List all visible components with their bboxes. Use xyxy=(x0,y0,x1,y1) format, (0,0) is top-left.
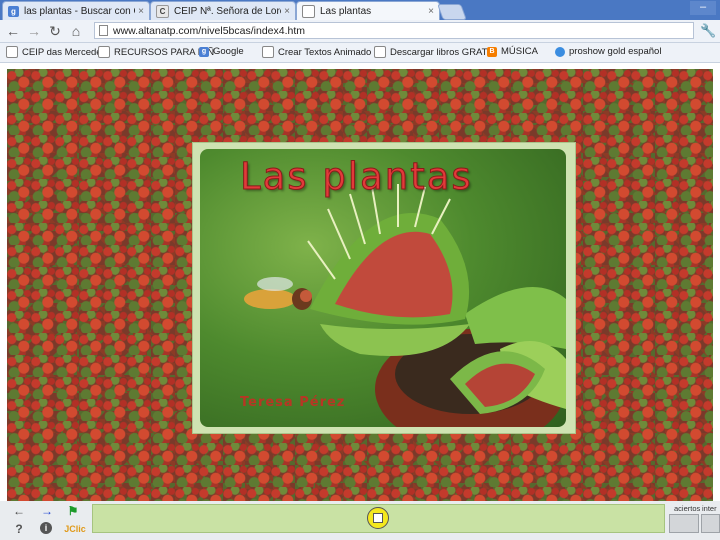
info-button[interactable]: i xyxy=(40,522,52,534)
close-icon[interactable]: × xyxy=(138,6,144,17)
page-icon xyxy=(302,4,315,18)
tab-strip: g las plantas - Buscar con Goog × C CEIP… xyxy=(0,0,720,20)
bookmark-label: Descargar libros GRAT xyxy=(390,46,488,58)
bookmark-label: MÚSICA xyxy=(501,46,538,57)
blogger-icon: B xyxy=(487,46,497,57)
page-icon xyxy=(262,46,274,58)
reload-icon[interactable]: ↻ xyxy=(47,23,63,39)
cover-photo: Las plantas Teresa Pérez xyxy=(200,149,566,427)
bookmark-label: proshow gold español xyxy=(569,46,662,57)
next-activity-button[interactable]: → xyxy=(40,504,54,518)
bookmark-label: Crear Textos Animado xyxy=(278,46,372,58)
cover-frame: Las plantas Teresa Pérez xyxy=(192,142,576,434)
page-icon xyxy=(6,46,18,58)
flag-icon[interactable]: ⚑ xyxy=(66,504,80,518)
jclic-logo[interactable]: JClic xyxy=(63,522,87,536)
counter-intentos xyxy=(701,514,720,533)
bookmark-recursos[interactable]: RECURSOS PARA NIÑ xyxy=(98,46,214,58)
help-button[interactable]: ? xyxy=(12,522,26,536)
minimize-button[interactable]: – xyxy=(690,1,716,15)
address-bar[interactable]: www.altanatp.com/nivel5bcas/index4.htm xyxy=(94,22,694,39)
bookmark-crear-textos[interactable]: Crear Textos Animado xyxy=(262,46,371,58)
bookmark-label: CEIP das Mercedes xyxy=(22,46,107,58)
cover-title: Las plantas xyxy=(240,155,473,199)
back-icon[interactable]: ← xyxy=(5,23,21,39)
bookmark-descargar[interactable]: Descargar libros GRAT xyxy=(374,46,488,58)
page-icon xyxy=(374,46,386,58)
site-icon: C xyxy=(156,4,169,18)
tab-title: Las plantas xyxy=(320,5,372,17)
home-icon[interactable]: ⌂ xyxy=(68,23,84,39)
jclic-control-bar: ← → ⚑ ? i JClic aciertos inter xyxy=(0,501,720,540)
wrench-icon[interactable]: 🔧 xyxy=(700,23,716,39)
close-icon[interactable]: × xyxy=(428,6,434,17)
bookmark-google[interactable]: g Google xyxy=(199,46,244,57)
tab-las-plantas[interactable]: Las plantas × xyxy=(296,1,440,20)
status-icon xyxy=(367,507,389,529)
url-text: www.altanatp.com/nivel5bcas/index4.htm xyxy=(113,24,306,37)
counter-label-inter: inter xyxy=(702,504,717,513)
google-icon: g xyxy=(8,5,19,17)
page-content: Las plantas Teresa Pérez ← → ⚑ ? i JClic… xyxy=(0,63,720,540)
bookmark-ceip[interactable]: CEIP das Mercedes xyxy=(6,46,106,58)
forward-icon[interactable]: → xyxy=(26,23,42,39)
previous-activity-button[interactable]: ← xyxy=(12,504,26,518)
page-icon xyxy=(99,25,108,36)
close-icon[interactable]: × xyxy=(284,6,290,17)
browser-toolbar: ← → ↻ ⌂ www.altanatp.com/nivel5bcas/inde… xyxy=(0,20,720,43)
message-box xyxy=(92,504,665,533)
tab-title: CEIP Nª. Señora de Loreto xyxy=(174,5,281,17)
tab-school[interactable]: C CEIP Nª. Señora de Loreto × xyxy=(150,1,296,20)
tab-search[interactable]: g las plantas - Buscar con Goog × xyxy=(2,1,150,20)
google-icon: g xyxy=(199,46,209,57)
bookmark-label: Google xyxy=(213,46,244,57)
page-icon xyxy=(98,46,110,58)
cover-author: Teresa Pérez xyxy=(240,395,346,410)
bookmarks-bar: CEIP das Mercedes RECURSOS PARA NIÑ g Go… xyxy=(0,43,720,63)
globe-icon xyxy=(555,46,565,57)
counter-label-aciertos: aciertos xyxy=(674,504,701,513)
counter-aciertos xyxy=(669,514,699,533)
tab-title: las plantas - Buscar con Goog xyxy=(24,5,135,17)
bookmark-proshow[interactable]: proshow gold español xyxy=(555,46,661,57)
new-tab-button[interactable] xyxy=(437,4,467,20)
bookmark-musica[interactable]: B MÚSICA xyxy=(487,46,538,57)
